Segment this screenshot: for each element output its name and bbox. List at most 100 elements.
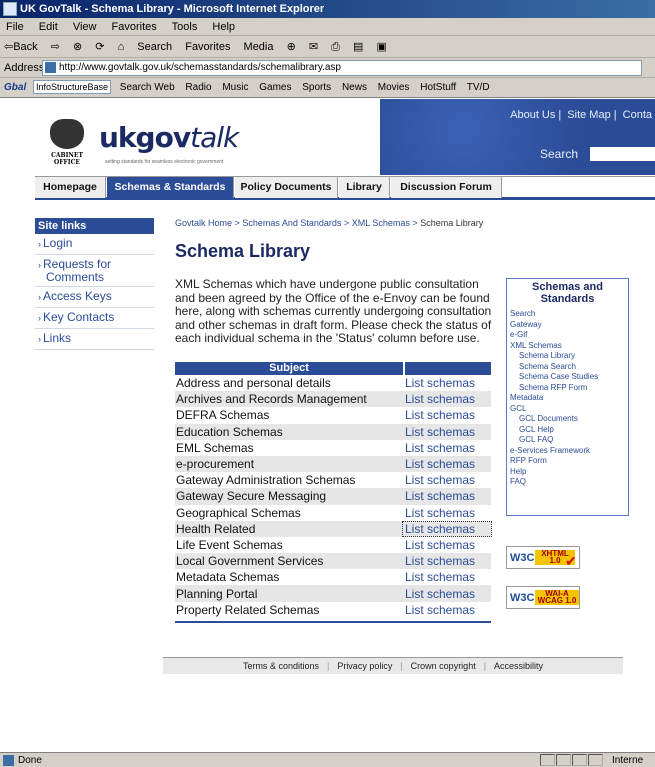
list-schemas-link[interactable]: List schemas xyxy=(403,473,491,487)
crown-copyright-link[interactable]: Crown copyright xyxy=(411,661,476,671)
box-link[interactable]: Metadata xyxy=(507,393,628,404)
about-us-link[interactable]: About Us xyxy=(510,109,555,121)
toolbar-news[interactable]: News xyxy=(342,82,367,93)
box-link[interactable]: Gateway xyxy=(507,320,628,331)
box-link[interactable]: Schema Library xyxy=(507,351,628,362)
list-schemas-link[interactable]: List schemas xyxy=(403,489,491,503)
contact-link[interactable]: Conta xyxy=(623,109,652,121)
toolbar-games[interactable]: Games xyxy=(259,82,291,93)
mail-button[interactable]: ✉ xyxy=(309,41,318,53)
toolbar-music[interactable]: Music xyxy=(222,82,248,93)
forward-button[interactable]: ⇨ xyxy=(51,41,60,53)
menu-help[interactable]: Help xyxy=(212,21,235,33)
refresh-button[interactable]: ⟳ xyxy=(95,41,104,53)
box-link[interactable]: GCL FAQ xyxy=(507,435,628,446)
list-schemas-link[interactable]: List schemas xyxy=(403,506,491,520)
menu-tools[interactable]: Tools xyxy=(172,21,198,33)
menu-file[interactable]: File xyxy=(6,21,24,33)
tab-schemas-standards[interactable]: Schemas & Standards xyxy=(107,177,234,198)
box-link[interactable]: Schema Case Studies xyxy=(507,372,628,383)
list-schemas-link[interactable]: List schemas xyxy=(403,570,491,584)
menu-view[interactable]: View xyxy=(73,21,97,33)
favorites-button[interactable]: Favorites xyxy=(185,41,230,53)
box-link[interactable]: XML Schemas xyxy=(507,341,628,352)
toolbar-search-web[interactable]: Search Web xyxy=(120,82,175,93)
toolbar-hotstuff[interactable]: HotStuff xyxy=(420,82,456,93)
list-schemas-link[interactable]: List schemas xyxy=(403,376,491,390)
list-schemas-link[interactable]: List schemas xyxy=(403,392,491,406)
sidebar-item-requests-for-comments[interactable]: › Requests for Comments xyxy=(35,255,154,287)
subject-cell: EML Schemas xyxy=(176,440,254,455)
list-schemas-link[interactable]: List schemas xyxy=(403,538,491,552)
subject-cell: DEFRA Schemas xyxy=(176,408,270,423)
ie-icon xyxy=(3,2,17,16)
stop-button[interactable]: ⊗ xyxy=(73,41,82,53)
list-schemas-link[interactable]: List schemas xyxy=(403,441,491,455)
breadcrumb: Govtalk Home > Schemas And Standards > X… xyxy=(175,218,484,228)
list-schemas-link[interactable]: List schemas xyxy=(403,425,491,439)
toolbar-search-dropdown[interactable]: InfoStructureBase danmar xyxy=(33,80,112,95)
history-button[interactable]: ⊕ xyxy=(287,41,296,53)
sidebar-item-login[interactable]: › Login xyxy=(35,234,154,255)
menu-edit[interactable]: Edit xyxy=(39,21,58,33)
table-row: Health Related List schemas xyxy=(175,520,492,537)
toolbar-brand[interactable]: Gbal xyxy=(4,82,26,93)
xhtml-valid-badge[interactable]: W3C XHTML 1.0 ✔ xyxy=(506,546,580,569)
print-button[interactable]: ⎙ xyxy=(331,41,340,53)
box-link[interactable]: Schema Search xyxy=(507,362,628,373)
discuss-button[interactable]: ▣ xyxy=(376,41,386,53)
search-button[interactable]: Search xyxy=(137,41,172,53)
breadcrumb-govtalk-home[interactable]: Govtalk Home xyxy=(175,218,232,228)
toolbar-sports[interactable]: Sports xyxy=(302,82,331,93)
wai-a-badge[interactable]: W3C WAI-A WCAG 1.0 xyxy=(506,586,580,609)
page-done-icon xyxy=(3,755,14,766)
toolbar-movies[interactable]: Movies xyxy=(378,82,410,93)
tab-discussion-forum[interactable]: Discussion Forum xyxy=(391,177,502,198)
tab-homepage[interactable]: Homepage xyxy=(35,177,106,198)
toolbar-tv[interactable]: TV/D xyxy=(467,82,490,93)
back-button[interactable]: ⇦Back xyxy=(4,41,38,53)
breadcrumb-schemas-and-standards[interactable]: Schemas And Standards xyxy=(242,218,341,228)
edit-button[interactable]: ▤ xyxy=(353,41,363,53)
status-text: Done xyxy=(18,755,42,766)
box-link[interactable]: GCL Help xyxy=(507,425,628,436)
list-schemas-link[interactable]: List schemas xyxy=(403,457,491,471)
subject-cell: Property Related Schemas xyxy=(176,602,320,617)
wai-tag: WAI-A WCAG 1.0 xyxy=(535,590,579,605)
list-schemas-link[interactable]: List schemas xyxy=(403,587,491,601)
tab-library[interactable]: Library xyxy=(339,177,390,198)
toolbar-radio[interactable]: Radio xyxy=(185,82,211,93)
list-schemas-link[interactable]: List schemas xyxy=(403,408,491,422)
sidebar: Site links › Login › Requests for Comments… xyxy=(35,218,154,350)
box-link[interactable]: GCL Documents xyxy=(507,414,628,425)
address-input[interactable]: http://www.govtalk.gov.uk/schemasstandar… xyxy=(42,60,642,76)
header-search-input[interactable] xyxy=(590,147,655,161)
privacy-link[interactable]: Privacy policy xyxy=(337,661,392,671)
tab-policy-documents[interactable]: Policy Documents xyxy=(235,177,338,198)
sidebar-item-links[interactable]: › Links xyxy=(35,329,154,350)
media-button[interactable]: Media xyxy=(244,41,274,53)
box-link[interactable]: FAQ xyxy=(507,477,628,488)
menu-favorites[interactable]: Favorites xyxy=(112,21,157,33)
terms-link[interactable]: Terms & conditions xyxy=(243,661,319,671)
box-link[interactable]: e-Gif xyxy=(507,330,628,341)
box-link[interactable]: Help xyxy=(507,467,628,478)
accessibility-link[interactable]: Accessibility xyxy=(494,661,543,671)
box-link[interactable]: GCL xyxy=(507,404,628,415)
box-link[interactable]: e-Services Framework xyxy=(507,446,628,457)
subject-cell: Planning Portal xyxy=(176,586,258,601)
list-schemas-link[interactable]: List schemas xyxy=(403,603,491,617)
sidebar-item-key-contacts[interactable]: › Key Contacts xyxy=(35,308,154,329)
breadcrumb-xml-schemas[interactable]: XML Schemas xyxy=(352,218,410,228)
box-link[interactable]: RFP Form xyxy=(507,456,628,467)
box-link[interactable]: Search xyxy=(507,309,628,320)
site-logo[interactable]: CABINET OFFICE ukgovtalk setting standar… xyxy=(35,119,265,169)
address-bar: Address http://www.govtalk.gov.uk/schema… xyxy=(0,58,655,78)
home-button[interactable]: ⌂ xyxy=(118,41,125,53)
box-link[interactable]: Schema RFP Form xyxy=(507,383,628,394)
table-row: DEFRA Schemas List schemas xyxy=(175,407,491,423)
list-schemas-link[interactable]: List schemas xyxy=(403,554,491,568)
sidebar-item-access-keys[interactable]: › Access Keys xyxy=(35,287,154,308)
list-schemas-link[interactable]: List schemas xyxy=(402,520,492,537)
site-map-link[interactable]: Site Map xyxy=(567,109,610,121)
